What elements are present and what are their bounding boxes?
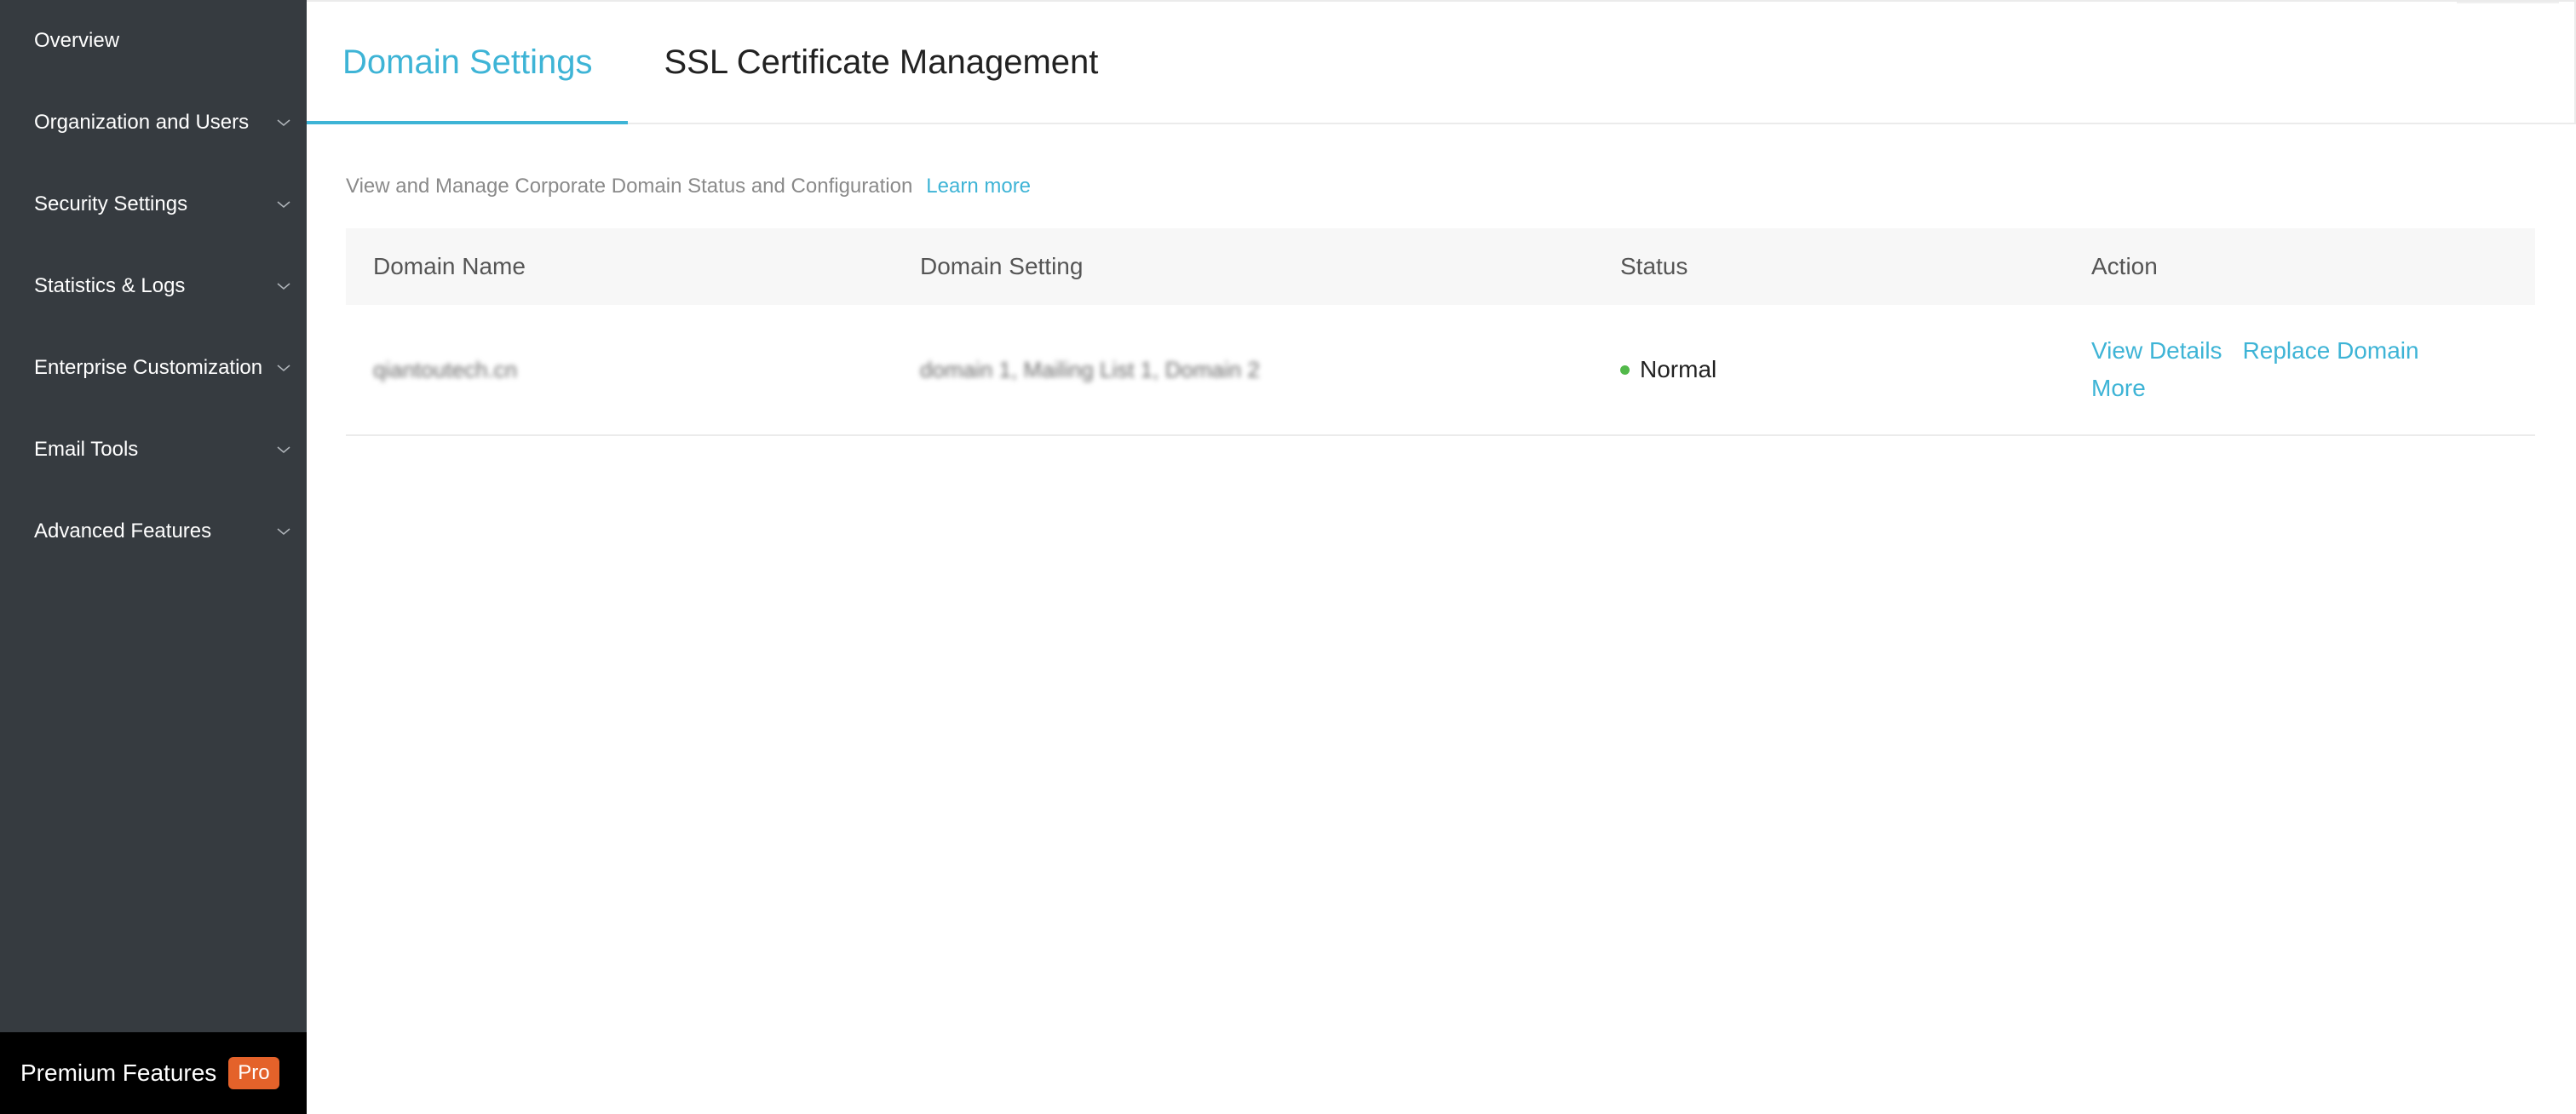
chevron-down-icon xyxy=(277,201,290,209)
chevron-down-icon xyxy=(277,283,290,290)
sidebar-item-overview[interactable]: Overview xyxy=(0,0,307,82)
domain-name-cell: qiantoutech.cn xyxy=(346,356,893,383)
status-cell: Normal xyxy=(1593,356,2064,383)
domain-settings-panel: View and Manage Corporate Domain Status … xyxy=(307,174,2576,436)
sidebar-item-label: Overview xyxy=(34,29,120,52)
table-header: Domain Name Domain Setting Status Action xyxy=(346,228,2535,305)
description-text: View and Manage Corporate Domain Status … xyxy=(346,175,913,198)
status-dot-icon xyxy=(1620,365,1630,375)
column-header-status: Status xyxy=(1620,253,1688,279)
page-description: View and Manage Corporate Domain Status … xyxy=(346,174,2537,199)
sidebar-item-statistics-logs[interactable]: Statistics & Logs xyxy=(0,245,307,327)
tab-ssl-certificate-management[interactable]: SSL Certificate Management xyxy=(628,2,1134,123)
sidebar-item-organization-and-users[interactable]: Organization and Users xyxy=(0,82,307,164)
sidebar-item-label: Enterprise Customization xyxy=(34,356,263,379)
domain-name-value: qiantoutech.cn xyxy=(373,357,518,382)
column-header-domain-setting: Domain Setting xyxy=(920,253,1084,279)
learn-more-link[interactable]: Learn more xyxy=(926,175,1031,198)
action-cell: View Details Replace Domain More xyxy=(2064,335,2535,405)
sidebar-item-label: Organization and Users xyxy=(34,111,250,134)
chevron-down-icon xyxy=(277,119,290,127)
view-details-link[interactable]: View Details xyxy=(2091,335,2222,367)
premium-features-button[interactable]: Premium Features Pro xyxy=(0,1032,307,1114)
sidebar-item-label: Security Settings xyxy=(34,192,188,215)
app-root: Overview Organization and Users Security… xyxy=(0,0,2576,1114)
sidebar-item-label: Email Tools xyxy=(34,438,139,461)
domain-setting-cell: domain 1, Mailing List 1, Domain 2 xyxy=(893,356,1593,383)
sidebar-item-label: Statistics & Logs xyxy=(34,274,186,297)
sidebar-item-email-tools[interactable]: Email Tools xyxy=(0,409,307,491)
sidebar-nav: Overview Organization and Users Security… xyxy=(0,0,307,572)
chevron-down-icon xyxy=(277,446,290,454)
action-links: View Details Replace Domain More xyxy=(2091,335,2466,405)
domain-table: Domain Name Domain Setting Status Action… xyxy=(346,228,2535,436)
column-header-domain-name: Domain Name xyxy=(373,253,526,279)
chevron-down-icon xyxy=(277,528,290,536)
sidebar-item-label: Advanced Features xyxy=(34,520,212,543)
status-text: Normal xyxy=(1640,356,1717,382)
sidebar-item-advanced-features[interactable]: Advanced Features xyxy=(0,491,307,572)
replace-domain-link[interactable]: Replace Domain xyxy=(2243,335,2419,367)
pro-badge: Pro xyxy=(228,1057,279,1089)
tab-bar: Domain Settings SSL Certificate Manageme… xyxy=(307,0,2576,124)
chevron-down-icon xyxy=(277,365,290,372)
sidebar: Overview Organization and Users Security… xyxy=(0,0,307,1114)
premium-features-label: Premium Features xyxy=(20,1059,217,1086)
more-link[interactable]: More xyxy=(2091,372,2146,405)
table-row: qiantoutech.cn domain 1, Mailing List 1,… xyxy=(346,305,2535,436)
status-badge: Normal xyxy=(1620,356,2064,383)
sidebar-item-security-settings[interactable]: Security Settings xyxy=(0,164,307,245)
main-content: Domain Settings SSL Certificate Manageme… xyxy=(307,0,2576,1114)
domain-setting-value: domain 1, Mailing List 1, Domain 2 xyxy=(920,357,1260,382)
column-header-action: Action xyxy=(2091,253,2158,279)
sidebar-item-enterprise-customization[interactable]: Enterprise Customization xyxy=(0,327,307,409)
tab-domain-settings[interactable]: Domain Settings xyxy=(307,2,629,124)
